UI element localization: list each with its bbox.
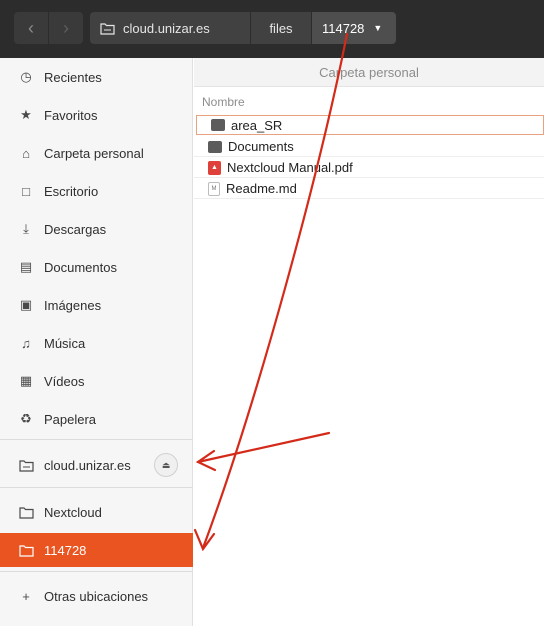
sidebar-item-papelera[interactable]: ♻ Papelera bbox=[0, 402, 193, 436]
sidebar-item-carpeta-personal[interactable]: ⌂ Carpeta personal bbox=[0, 136, 193, 170]
sidebar-item-favoritos[interactable]: ★ Favoritos bbox=[0, 98, 193, 132]
file-row[interactable]: M Readme.md bbox=[194, 179, 544, 199]
file-row[interactable]: area_SR bbox=[196, 115, 544, 135]
sidebar-item-label: Recientes bbox=[44, 69, 102, 85]
eject-icon[interactable]: ⏏ bbox=[154, 453, 178, 477]
sidebar-item-videos[interactable]: ▦ Vídeos bbox=[0, 364, 193, 398]
file-view: Carpeta personal Nombre area_SR Document… bbox=[194, 58, 544, 626]
chevron-left-icon: ‹ bbox=[28, 17, 34, 38]
clock-icon: ◷ bbox=[20, 69, 32, 84]
file-row[interactable]: Documents bbox=[194, 137, 544, 157]
breadcrumb-label: 114728 bbox=[322, 20, 365, 36]
markdown-icon: M bbox=[208, 181, 220, 196]
sidebar-item-label: Escritorio bbox=[44, 183, 99, 199]
trash-icon: ♻ bbox=[20, 411, 32, 426]
chevron-right-icon: › bbox=[63, 17, 69, 38]
breadcrumb-label: files bbox=[269, 20, 293, 36]
sidebar-item-nextcloud[interactable]: Nextcloud bbox=[0, 495, 193, 529]
sidebar-item-label: Imágenes bbox=[44, 297, 102, 313]
file-name: Nextcloud Manual.pdf bbox=[227, 160, 353, 175]
forward-button[interactable]: › bbox=[49, 12, 83, 44]
document-icon: ▤ bbox=[19, 259, 33, 274]
breadcrumb-root[interactable]: cloud.unizar.es bbox=[90, 12, 250, 44]
desktop-icon: □ bbox=[22, 183, 30, 199]
download-icon: ⤓ bbox=[23, 221, 29, 236]
sidebar-item-label: Nextcloud bbox=[44, 504, 102, 520]
network-folder-icon bbox=[18, 457, 34, 473]
sidebar-item-label: Documentos bbox=[44, 259, 117, 275]
file-row[interactable]: ▲ Nextcloud Manual.pdf bbox=[194, 158, 544, 178]
sidebar-item-label: cloud.unizar.es bbox=[44, 457, 131, 473]
header-bar: ‹ › cloud.unizar.es files 114728 ▼ bbox=[0, 0, 544, 58]
pdf-icon: ▲ bbox=[208, 160, 221, 175]
file-name: Readme.md bbox=[226, 181, 297, 196]
sidebar-item-otras-ubicaciones[interactable]: + Otras ubicaciones bbox=[0, 579, 193, 613]
sidebar-divider bbox=[0, 439, 193, 440]
sidebar-item-imagenes[interactable]: ▣ Imágenes bbox=[0, 288, 193, 322]
sidebar-item-descargas[interactable]: ⤓ Descargas bbox=[0, 212, 193, 246]
caret-down-icon[interactable]: ▼ bbox=[373, 23, 382, 33]
location-title: Carpeta personal bbox=[194, 58, 544, 87]
file-name: Documents bbox=[228, 139, 294, 154]
file-name: area_SR bbox=[231, 117, 283, 133]
sidebar-item-label: Favoritos bbox=[44, 107, 98, 123]
sidebar-divider bbox=[0, 571, 193, 572]
breadcrumb-label: cloud.unizar.es bbox=[123, 20, 210, 36]
sidebar: ◷ Recientes ★ Favoritos ⌂ Carpeta person… bbox=[0, 58, 193, 626]
sidebar-item-recientes[interactable]: ◷ Recientes bbox=[0, 60, 193, 94]
video-icon: ▦ bbox=[19, 373, 33, 388]
plus-icon: + bbox=[22, 588, 30, 604]
sidebar-divider bbox=[0, 487, 193, 488]
sidebar-item-label: Otras ubicaciones bbox=[44, 588, 149, 604]
sidebar-item-label: Vídeos bbox=[44, 373, 85, 389]
image-icon: ▣ bbox=[19, 297, 33, 312]
back-button[interactable]: ‹ bbox=[14, 12, 48, 44]
folder-icon bbox=[211, 119, 225, 131]
sidebar-item-escritorio[interactable]: □ Escritorio bbox=[0, 174, 193, 208]
folder-icon bbox=[18, 542, 34, 558]
star-icon: ★ bbox=[20, 107, 32, 122]
sidebar-item-label: Papelera bbox=[44, 411, 97, 427]
home-icon: ⌂ bbox=[22, 145, 30, 161]
network-folder-icon bbox=[100, 22, 115, 35]
sidebar-item-114728[interactable]: 114728 bbox=[0, 533, 193, 567]
sidebar-item-label: Descargas bbox=[44, 221, 107, 237]
folder-icon bbox=[208, 140, 222, 153]
sidebar-item-label: 114728 bbox=[44, 542, 87, 558]
column-header-name[interactable]: Nombre bbox=[202, 95, 245, 109]
music-icon: ♫ bbox=[21, 335, 31, 351]
sidebar-item-musica[interactable]: ♫ Música bbox=[0, 326, 193, 360]
sidebar-item-documentos[interactable]: ▤ Documentos bbox=[0, 250, 193, 284]
breadcrumb-current[interactable]: 114728 ▼ bbox=[312, 12, 396, 44]
folder-icon bbox=[18, 504, 34, 520]
sidebar-item-label: Música bbox=[44, 335, 86, 351]
sidebar-item-label: Carpeta personal bbox=[44, 145, 144, 161]
breadcrumb-files[interactable]: files bbox=[251, 12, 311, 44]
